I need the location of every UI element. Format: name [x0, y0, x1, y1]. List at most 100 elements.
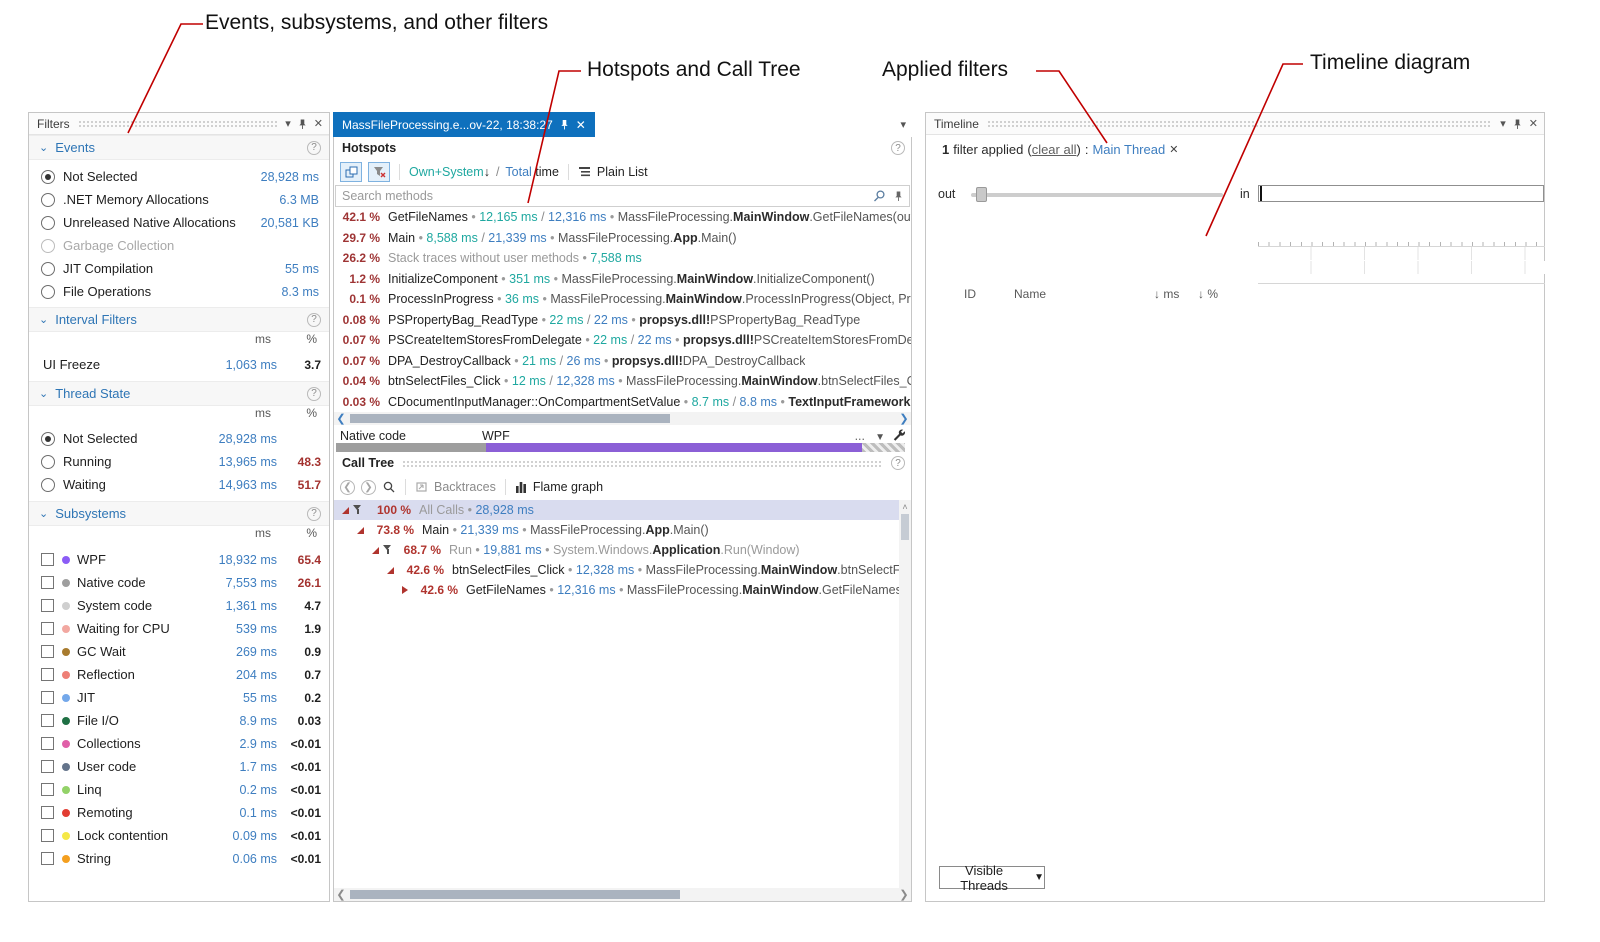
pin-icon[interactable]: [1513, 118, 1522, 130]
close-icon[interactable]: ✕: [1529, 117, 1538, 130]
scroll-thumb[interactable]: [350, 414, 670, 423]
events-section-header[interactable]: ⌄ Events ?: [29, 135, 329, 160]
subsystem-row[interactable]: Reflection204 ms0.7: [29, 663, 329, 686]
scroll-left-icon[interactable]: ❮: [334, 412, 348, 425]
col-header-name[interactable]: Name: [1014, 287, 1046, 301]
subsystem-row[interactable]: String0.06 ms<0.01: [29, 847, 329, 870]
expanded-icon[interactable]: [357, 527, 364, 534]
overflow-ellipsis[interactable]: ...: [855, 429, 865, 443]
search-icon[interactable]: [382, 480, 396, 494]
interval-filters-header[interactable]: ⌄ Interval Filters ?: [29, 307, 329, 332]
checkbox[interactable]: [41, 737, 54, 750]
subsystem-row[interactable]: File I/O8.9 ms0.03: [29, 709, 329, 732]
subsystem-row[interactable]: Collections2.9 ms<0.01: [29, 732, 329, 755]
filter-chip-main-thread[interactable]: Main Thread: [1092, 142, 1165, 157]
hotspot-row[interactable]: 1.2 %InitializeComponent • 351 ms • Mass…: [334, 269, 911, 290]
checkbox[interactable]: [41, 783, 54, 796]
checkbox[interactable]: [41, 599, 54, 612]
scroll-thumb[interactable]: [901, 514, 909, 540]
calltree-row[interactable]: 42.6 %btnSelectFiles_Click • 12,328 ms •…: [334, 560, 911, 580]
event-filter-row[interactable]: Garbage Collection: [29, 234, 329, 257]
help-icon[interactable]: ?: [891, 141, 905, 155]
col-header-pct[interactable]: ↓ %: [1198, 287, 1218, 301]
help-icon[interactable]: ?: [307, 313, 321, 327]
timeline-ruler[interactable]: [1258, 225, 1545, 247]
radio-icon[interactable]: [41, 239, 55, 253]
event-filter-row[interactable]: JIT Compilation55 ms: [29, 257, 329, 280]
hotspots-hscrollbar[interactable]: ❮ ❯: [334, 412, 911, 425]
checkbox[interactable]: [41, 714, 54, 727]
calltree-row[interactable]: 100 %All Calls • 28,928 ms: [334, 500, 911, 520]
filtered-intervals-band[interactable]: [1258, 275, 1545, 283]
radio-icon[interactable]: [41, 478, 55, 492]
tab-list-dropdown-icon[interactable]: ▾: [900, 118, 906, 131]
close-icon[interactable]: ✕: [576, 118, 586, 132]
help-icon[interactable]: ?: [891, 456, 905, 470]
filter-row[interactable]: Waiting14,963 ms51.7: [29, 473, 329, 496]
hotspot-row[interactable]: 0.08 %PSPropertyBag_ReadType • 22 ms / 2…: [334, 310, 911, 331]
filter-row[interactable]: UI Freeze1,063 ms3.7: [29, 353, 329, 376]
col-header-ms[interactable]: ↓ ms: [1154, 287, 1179, 301]
filter-row[interactable]: Not Selected28,928 ms: [29, 427, 329, 450]
chevron-down-icon[interactable]: ⌄: [39, 507, 48, 520]
event-filter-row[interactable]: Not Selected28,928 ms: [29, 165, 329, 188]
subsystem-row[interactable]: Lock contention0.09 ms<0.01: [29, 824, 329, 847]
hotspot-row[interactable]: 0.1 %ProcessInProgress • 36 ms • MassFil…: [334, 289, 911, 310]
help-icon[interactable]: ?: [307, 387, 321, 401]
checkbox[interactable]: [41, 622, 54, 635]
hotspot-row[interactable]: 0.03 %CDocumentInputManager::OnCompartme…: [334, 392, 911, 413]
calltree-row[interactable]: 42.6 %GetFileNames • 12,316 ms • MassFil…: [334, 580, 911, 600]
dropdown-icon[interactable]: ▾: [285, 117, 291, 130]
radio-icon[interactable]: [41, 432, 55, 446]
hotspot-row[interactable]: 26.2 %Stack traces without user methods …: [334, 248, 911, 269]
plain-list-button[interactable]: Plain List: [597, 165, 648, 179]
event-filter-row[interactable]: File Operations8.3 ms: [29, 280, 329, 303]
pin-icon[interactable]: [298, 118, 307, 130]
subsystem-bar-segment-wpf[interactable]: [486, 443, 862, 452]
pin-icon[interactable]: [560, 119, 569, 130]
clear-all-link[interactable]: clear all: [1032, 142, 1077, 157]
checkbox[interactable]: [41, 829, 54, 842]
radio-icon[interactable]: [41, 262, 55, 276]
filter-row[interactable]: Running13,965 ms48.3: [29, 450, 329, 473]
calltree-hscrollbar[interactable]: ❮ ❯: [334, 888, 911, 901]
help-icon[interactable]: ?: [307, 507, 321, 521]
chevron-down-icon[interactable]: ⌄: [39, 387, 48, 400]
subsystem-row[interactable]: WPF18,932 ms65.4: [29, 548, 329, 571]
calltree-row[interactable]: 73.8 %Main • 21,339 ms • MassFileProcess…: [334, 520, 911, 540]
hotspot-row[interactable]: 0.04 %btnSelectFiles_Click • 12 ms / 12,…: [334, 371, 911, 392]
help-icon[interactable]: ?: [307, 141, 321, 155]
subsystem-row[interactable]: User code1.7 ms<0.01: [29, 755, 329, 778]
expanded-icon[interactable]: [342, 507, 349, 514]
event-filter-row[interactable]: Unreleased Native Allocations20,581 KB: [29, 211, 329, 234]
subsystem-row[interactable]: Remoting0.1 ms<0.01: [29, 801, 329, 824]
pin-icon[interactable]: [894, 190, 903, 202]
checkbox[interactable]: [41, 760, 54, 773]
zoom-slider-track[interactable]: [971, 193, 1223, 197]
expanded-icon[interactable]: [372, 547, 379, 554]
wrench-icon[interactable]: [892, 428, 905, 441]
calltree-vscrollbar[interactable]: ˄: [899, 500, 911, 888]
sort-total-time[interactable]: Total time: [505, 165, 559, 179]
visible-threads-button[interactable]: Visible Threads▼: [939, 866, 1045, 889]
chevron-down-icon[interactable]: ⌄: [39, 313, 48, 326]
forward-button[interactable]: ❯: [361, 480, 376, 495]
checkbox[interactable]: [41, 576, 54, 589]
subsystem-bar-segment-mixed[interactable]: [862, 443, 905, 452]
checkbox[interactable]: [41, 645, 54, 658]
backtraces-button[interactable]: Backtraces: [434, 480, 496, 494]
subsystem-row[interactable]: Linq0.2 ms<0.01: [29, 778, 329, 801]
subsystem-bar-segment-native-code[interactable]: [336, 443, 486, 452]
scroll-up-icon[interactable]: ˄: [899, 500, 911, 512]
scroll-right-icon[interactable]: ❯: [897, 412, 911, 425]
collapsed-icon[interactable]: [402, 586, 408, 594]
search-icon[interactable]: [872, 189, 886, 203]
sort-own-system[interactable]: Own+System↓: [409, 165, 490, 179]
subsystem-bar[interactable]: [336, 443, 909, 452]
hotspot-row[interactable]: 29.7 %Main • 8,588 ms / 21,339 ms • Mass…: [334, 228, 911, 249]
expanded-icon[interactable]: [387, 567, 394, 574]
subsystems-header[interactable]: ⌄ Subsystems ?: [29, 501, 329, 526]
timeline-panel-header[interactable]: Timeline ▾ ✕: [926, 113, 1544, 135]
calltree-row[interactable]: 68.7 %Run • 19,881 ms • System.Windows.A…: [334, 540, 911, 560]
scroll-right-icon[interactable]: ❯: [897, 888, 911, 901]
